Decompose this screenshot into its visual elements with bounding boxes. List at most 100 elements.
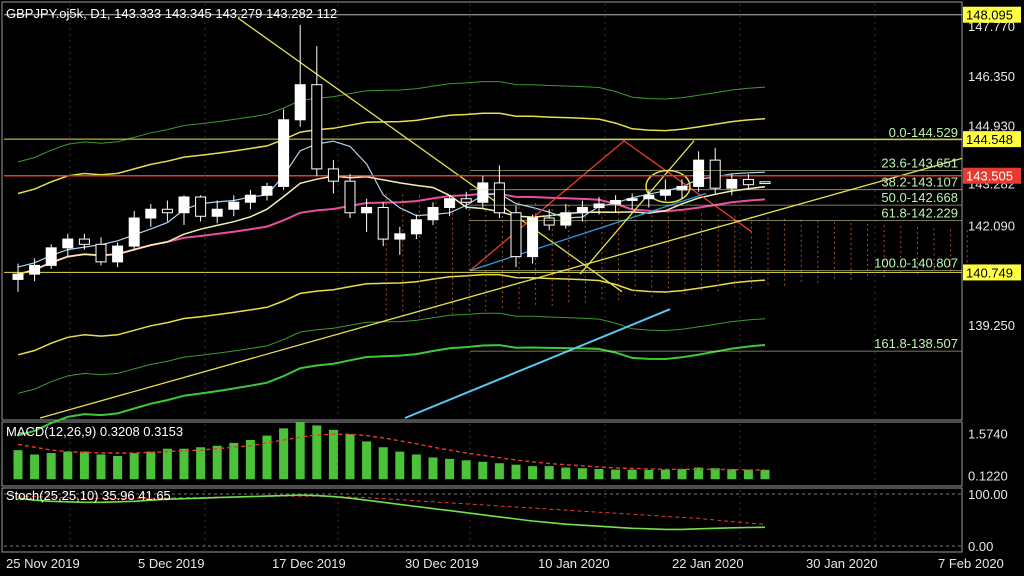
- candle-body: [161, 208, 173, 214]
- macd-bar: [79, 451, 89, 480]
- macd-tick-label: 0.1220: [968, 469, 1008, 484]
- macd-bar: [378, 447, 388, 480]
- fib-level-label: 50.0-142.668: [881, 190, 958, 205]
- fib-level-label: 100.0-140.807: [874, 255, 958, 270]
- candle-body: [410, 219, 422, 235]
- macd-bar: [478, 461, 488, 480]
- macd-bar: [279, 428, 289, 480]
- candle-body: [759, 181, 771, 185]
- time-tick-label: 25 Nov 2019: [6, 556, 80, 571]
- macd-bar: [46, 453, 56, 480]
- macd-bar: [760, 469, 770, 480]
- macd-bar: [494, 463, 504, 480]
- candle-body: [78, 238, 90, 245]
- candle-body: [344, 180, 356, 214]
- macd-bar: [395, 451, 405, 480]
- macd-bar: [528, 466, 538, 480]
- macd-bar: [146, 451, 156, 480]
- price-tick-label: 142.090: [968, 218, 1015, 233]
- macd-bar: [644, 469, 654, 480]
- macd-bar: [179, 448, 189, 480]
- macd-bar: [743, 469, 753, 480]
- candle-body: [709, 159, 721, 189]
- time-tick-label: 10 Jan 2020: [538, 556, 610, 571]
- candle-body: [145, 208, 157, 219]
- price-tag-label: 140.749: [966, 265, 1013, 280]
- macd-bar: [196, 447, 206, 480]
- candle-body: [62, 238, 74, 249]
- candle-body: [610, 199, 622, 205]
- candle-body: [477, 182, 489, 203]
- macd-bar: [162, 448, 172, 480]
- fib-level-label: 23.6-143.651: [881, 156, 958, 171]
- price-tag-label: 148.095: [966, 8, 1013, 23]
- candle-body: [593, 203, 605, 208]
- candle-body: [576, 206, 588, 214]
- time-tick-label: 7 Feb 2020: [938, 556, 1004, 571]
- macd-bar: [328, 429, 338, 480]
- macd-bar: [113, 455, 123, 480]
- candle-body: [261, 185, 273, 196]
- macd-bar: [129, 453, 139, 480]
- candle-body: [427, 206, 439, 221]
- candle-body: [228, 201, 240, 210]
- macd-bar: [63, 451, 73, 480]
- macd-bar: [212, 445, 222, 480]
- macd-bar: [461, 460, 471, 480]
- candle-body: [294, 84, 306, 121]
- candle-body: [742, 178, 754, 186]
- time-tick-label: 30 Jan 2020: [806, 556, 878, 571]
- fib-level-label: 0.0-144.529: [889, 125, 958, 140]
- time-tick-label: 22 Jan 2020: [672, 556, 744, 571]
- macd-bar: [677, 469, 687, 480]
- stoch-tick-label: 0.00: [968, 539, 993, 554]
- candle-body: [643, 194, 655, 200]
- candle-body: [195, 196, 207, 217]
- candle-body: [278, 119, 290, 187]
- candle-body: [726, 178, 738, 189]
- candle-body: [659, 189, 671, 196]
- candle-body: [626, 198, 638, 201]
- macd-bar: [312, 425, 322, 480]
- candle-body: [460, 198, 472, 203]
- price-tag-label: 144.548: [966, 132, 1013, 147]
- stoch-tick-label: 100.00: [968, 487, 1008, 502]
- candle-body: [444, 198, 456, 208]
- candle-body: [693, 159, 705, 187]
- fib-level-label: 61.8-142.229: [881, 206, 958, 221]
- macd-bar: [362, 441, 372, 480]
- fib-level-label: 38.2-143.107: [881, 175, 958, 190]
- time-tick-label: 17 Dec 2019: [272, 556, 346, 571]
- candle-body: [128, 217, 140, 247]
- price-tick-label: 139.250: [968, 318, 1015, 333]
- macd-tick-label: 1.5740: [968, 426, 1008, 441]
- candle-body: [29, 264, 41, 275]
- macd-bar: [445, 458, 455, 480]
- candle-body: [493, 182, 505, 214]
- macd-bar: [594, 469, 604, 480]
- candle-body: [527, 217, 539, 258]
- macd-bar: [30, 454, 40, 480]
- macd-bar: [561, 467, 571, 480]
- macd-bar: [96, 454, 106, 480]
- price-tag-label: 143.505: [966, 169, 1013, 184]
- candle-body: [510, 212, 522, 258]
- candle-body: [543, 217, 555, 226]
- candle-body: [45, 247, 57, 266]
- macd-title: MACD(12,26,9) 0.3208 0.3153: [6, 424, 183, 439]
- chart-header: GBPJPY.oj5k, D1, 143.333 143.345 143.279…: [6, 6, 337, 21]
- candle-body: [311, 84, 323, 170]
- candle-body: [12, 273, 24, 280]
- chart-area[interactable]: 0.0-144.529 23.6-143.651 38.2-143.10750.0-…: [0, 0, 1024, 576]
- macd-bar: [577, 468, 587, 480]
- macd-bar: [13, 450, 23, 480]
- time-tick-label: 30 Dec 2019: [405, 556, 479, 571]
- macd-bar: [295, 422, 305, 480]
- candle-body: [394, 233, 406, 240]
- macd-bar: [544, 466, 554, 480]
- candle-body: [112, 245, 124, 263]
- candle-body: [178, 196, 190, 214]
- candle-body: [327, 168, 339, 182]
- fib-level-label: 161.8-138.507: [874, 336, 958, 351]
- candle-body: [377, 206, 389, 240]
